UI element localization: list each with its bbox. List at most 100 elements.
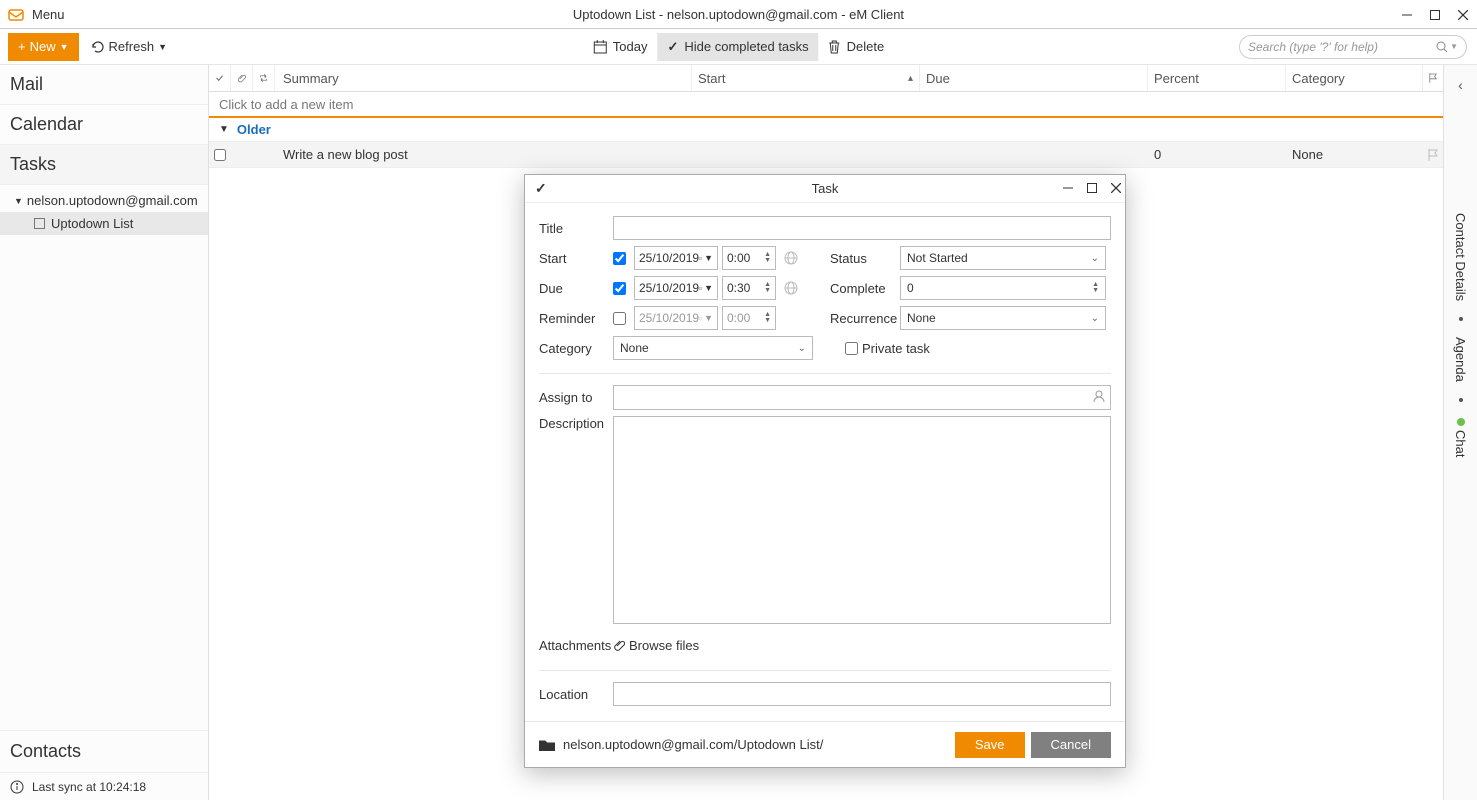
new-button-label: New [30,39,56,54]
due-enabled-checkbox[interactable] [613,282,626,295]
right-panel: ‹ Contact Details Agenda Chat [1443,65,1477,800]
task-row[interactable]: Write a new blog post 0 None [209,142,1443,168]
app-icon [8,6,24,22]
list-label: Uptodown List [51,216,133,231]
due-time-input[interactable]: 0:30▲▼ [722,276,776,300]
tab-agenda[interactable]: Agenda [1453,337,1468,382]
description-input[interactable] [613,416,1111,624]
dialog-minimize[interactable] [1063,181,1073,196]
new-button[interactable]: + New ▼ [8,33,79,61]
col-flag[interactable] [1423,65,1443,91]
globe-icon[interactable] [784,281,798,295]
separator-dot-icon [1459,398,1463,402]
nav-tasks[interactable]: Tasks [0,145,208,185]
col-due[interactable]: Due [920,65,1148,91]
description-label: Description [539,416,613,431]
search-input[interactable]: Search (type '?' for help) ▼ [1239,35,1467,59]
start-enabled-checkbox[interactable] [613,252,626,265]
dialog-titlebar: ✓ Task [525,175,1125,203]
start-date-input[interactable]: 25/10/2019▼ [634,246,718,270]
cancel-button[interactable]: Cancel [1031,732,1111,758]
search-icon [1436,41,1448,53]
search-dropdown-icon[interactable]: ▼ [1450,42,1458,51]
assign-label: Assign to [539,390,613,405]
separator-dot-icon [1459,317,1463,321]
tree-account[interactable]: ▼ nelson.uptodown@gmail.com [0,189,208,212]
reminder-enabled-checkbox[interactable] [613,312,626,325]
check-icon [215,72,224,84]
window-maximize[interactable] [1421,0,1449,29]
due-date-input[interactable]: 25/10/2019▼ [634,276,718,300]
person-icon[interactable] [1092,389,1106,406]
status-select[interactable]: Not Started⌄ [900,246,1106,270]
location-label: Location [539,687,613,702]
repeat-icon [259,72,268,84]
complete-input[interactable]: 0▲▼ [900,276,1106,300]
title-input[interactable] [613,216,1111,240]
dialog-maximize[interactable] [1087,181,1097,196]
chevron-down-icon: ▼ [14,196,23,206]
refresh-button[interactable]: Refresh ▼ [91,39,167,54]
status-label: Status [830,251,900,266]
location-input[interactable] [613,682,1111,706]
window-close[interactable] [1449,0,1477,29]
today-label: Today [613,39,648,54]
save-button[interactable]: Save [955,732,1025,758]
category-select[interactable]: None⌄ [613,336,813,360]
col-summary[interactable]: Summary [275,65,692,91]
task-complete-toggle[interactable]: ✓ [535,180,547,197]
account-label: nelson.uptodown@gmail.com [27,193,198,208]
private-label: Private task [862,341,930,356]
hide-completed-button[interactable]: ✓ Hide completed tasks [657,33,818,61]
col-start[interactable]: Start▴ [692,65,920,91]
spinner-icon[interactable]: ▲▼ [764,252,771,264]
col-percent[interactable]: Percent [1148,65,1286,91]
tab-chat[interactable]: Chat [1453,430,1468,457]
dialog-title: Task [525,181,1125,196]
start-time-input[interactable]: 0:00▲▼ [722,246,776,270]
dropdown-caret-icon: ▼ [60,42,69,52]
tab-contact-details[interactable]: Contact Details [1453,213,1468,301]
status-bar: Last sync at 10:24:18 [0,772,208,800]
flag-icon[interactable] [1428,149,1438,161]
today-button[interactable]: Today [583,33,658,61]
info-icon [10,780,24,794]
tree-list-uptodown[interactable]: Uptodown List [0,212,208,235]
new-item-input[interactable]: Click to add a new item [209,92,1443,118]
col-attachment[interactable] [231,65,253,91]
nav-calendar[interactable]: Calendar [0,105,208,145]
spinner-icon[interactable]: ▲▼ [764,282,771,294]
nav-mail[interactable]: Mail [0,65,208,105]
globe-icon[interactable] [784,251,798,265]
col-category[interactable]: Category [1286,65,1423,91]
nav-contacts[interactable]: Contacts [0,730,208,772]
sort-asc-icon: ▴ [908,73,913,84]
assign-input[interactable] [613,385,1111,410]
reminder-time-input[interactable]: 0:00▲▼ [722,306,776,330]
attachments-label: Attachments [539,638,613,653]
folder-icon [539,739,555,751]
reminder-date-input[interactable]: 25/10/2019▼ [634,306,718,330]
spinner-icon[interactable]: ▲▼ [764,312,771,324]
recurrence-select[interactable]: None⌄ [900,306,1106,330]
private-checkbox[interactable] [845,342,858,355]
col-checkbox[interactable] [209,65,231,91]
paperclip-icon [237,72,246,84]
list-checkbox-icon[interactable] [34,218,45,229]
delete-button[interactable]: Delete [819,33,895,61]
task-checkbox[interactable] [214,149,226,161]
col-repeat[interactable] [253,65,275,91]
dialog-close[interactable] [1111,181,1121,196]
collapse-right-panel[interactable]: ‹ [1458,77,1463,93]
task-tree: ▼ nelson.uptodown@gmail.com Uptodown Lis… [0,185,208,730]
browse-files-button[interactable]: Browse files [613,638,699,653]
spinner-icon[interactable]: ▲▼ [1092,282,1099,294]
window-minimize[interactable] [1393,0,1421,29]
dialog-footer: nelson.uptodown@gmail.com/Uptodown List/… [525,721,1125,767]
dropdown-caret-icon: ⌄ [1091,253,1099,264]
group-older[interactable]: ▼ Older [209,118,1443,142]
due-label: Due [539,281,613,296]
delete-label: Delete [847,39,885,54]
menu-button[interactable]: Menu [32,7,65,22]
dropdown-caret-icon: ▼ [704,313,713,323]
